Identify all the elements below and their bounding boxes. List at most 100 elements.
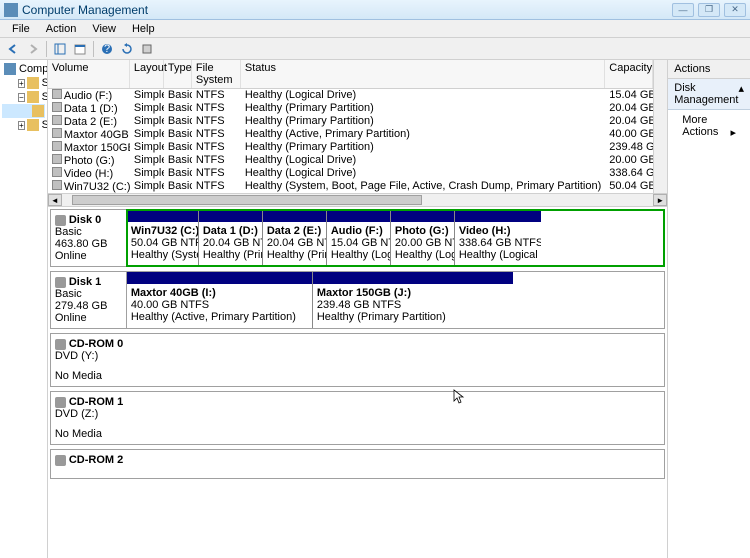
tree-root[interactable]: Computer Management <box>2 62 45 76</box>
col-volume[interactable]: Volume <box>48 60 130 88</box>
disk-info[interactable]: Disk 1Basic279.48 GBOnline <box>51 272 127 328</box>
close-button[interactable]: ✕ <box>724 3 746 17</box>
menu-file[interactable]: File <box>4 21 38 37</box>
partition-name: Maxtor 40GB (I:) <box>131 287 308 299</box>
menubar: File Action View Help <box>0 20 750 38</box>
partition-status: Healthy (Logic <box>395 249 450 261</box>
volume-capacity: 15.04 GB <box>605 89 653 102</box>
partition-header <box>127 272 312 284</box>
scroll-left-button[interactable]: ◄ <box>48 194 62 206</box>
partition[interactable]: Photo (G:)20.00 GB NTFSHealthy (Logic <box>391 210 455 266</box>
volume-name: Photo (G:) <box>64 155 115 167</box>
more-actions[interactable]: More Actions ▸ <box>668 110 750 142</box>
partition[interactable]: Maxtor 40GB (I:)40.00 GB NTFSHealthy (Ac… <box>127 272 313 328</box>
properties-button[interactable] <box>71 40 89 58</box>
volume-name: Win7U32 (C:) <box>64 181 130 193</box>
volume-layout: Simple <box>130 141 164 154</box>
volume-fs: NTFS <box>192 102 241 115</box>
menu-view[interactable]: View <box>84 21 124 37</box>
minimize-button[interactable]: — <box>672 3 694 17</box>
cdrom-row[interactable]: CD-ROM 1DVD (Z:)No Media <box>50 391 665 445</box>
volume-status: Healthy (Primary Partition) <box>241 115 605 128</box>
disk-graphical-view: Disk 0Basic463.80 GBOnlineWin7U32 (C:)50… <box>48 207 667 558</box>
volume-capacity: 20.04 GB <box>605 115 653 128</box>
menu-help[interactable]: Help <box>124 21 163 37</box>
col-capacity[interactable]: Capacity <box>605 60 653 88</box>
col-layout[interactable]: Layout <box>130 60 164 88</box>
tree-item[interactable]: +System Tools <box>2 76 45 90</box>
col-filesystem[interactable]: File System <box>192 60 241 88</box>
cdrom-row[interactable]: CD-ROM 2 <box>50 449 665 479</box>
drive-icon <box>52 128 62 138</box>
volume-row[interactable]: Maxtor 150GB (J:)SimpleBasicNTFSHealthy … <box>48 141 653 154</box>
tree-item[interactable]: Disk Management <box>2 104 45 118</box>
volume-fs: NTFS <box>192 167 241 180</box>
expander-icon[interactable]: − <box>18 93 25 102</box>
svg-text:?: ? <box>104 43 110 55</box>
partition[interactable]: Data 2 (E:)20.04 GB NTFSHealthy (Prima <box>263 210 327 266</box>
disk-info[interactable]: Disk 0Basic463.80 GBOnline <box>51 210 127 266</box>
navigation-tree[interactable]: Computer Management +System Tools−Storag… <box>0 60 48 558</box>
refresh-button[interactable] <box>118 40 136 58</box>
volume-name: Data 1 (D:) <box>64 103 118 115</box>
folder-icon <box>27 77 39 89</box>
back-button[interactable] <box>4 40 22 58</box>
computer-icon <box>4 63 16 75</box>
partition-size: 338.64 GB NTFS <box>459 237 537 249</box>
volume-row[interactable]: Data 1 (D:)SimpleBasicNTFSHealthy (Prima… <box>48 102 653 115</box>
volume-name: Data 2 (E:) <box>64 116 117 128</box>
tree-root-label: Computer Management <box>19 63 48 75</box>
volume-layout: Simple <box>130 128 164 141</box>
horizontal-scrollbar[interactable]: ◄ ► <box>48 193 667 207</box>
expander-icon[interactable]: + <box>18 121 25 130</box>
show-hide-tree-button[interactable] <box>51 40 69 58</box>
volume-row[interactable]: Photo (G:)SimpleBasicNTFSHealthy (Logica… <box>48 154 653 167</box>
settings-button[interactable] <box>138 40 156 58</box>
disk-partitions: Win7U32 (C:)50.04 GB NTFSHealthy (System… <box>127 210 664 266</box>
volume-table-body: Audio (F:)SimpleBasicNTFSHealthy (Logica… <box>48 89 653 193</box>
partition[interactable]: Data 1 (D:)20.04 GB NTFSHealthy (Prima <box>199 210 263 266</box>
cdrom-row[interactable]: CD-ROM 0DVD (Y:)No Media <box>50 333 665 387</box>
partition-name: Maxtor 150GB (J:) <box>317 287 509 299</box>
disk-status: Online <box>55 312 122 324</box>
tree-item[interactable]: −Storage <box>2 90 45 104</box>
volume-row[interactable]: Maxtor 40GB (I:)SimpleBasicNTFSHealthy (… <box>48 128 653 141</box>
cdrom-drive: DVD (Z:) <box>55 408 660 420</box>
volume-type: Basic <box>164 102 192 115</box>
help-button[interactable]: ? <box>98 40 116 58</box>
scroll-thumb[interactable] <box>72 195 422 205</box>
partition-status: Healthy (Logical Dri <box>459 249 537 261</box>
col-status[interactable]: Status <box>241 60 605 88</box>
actions-context[interactable]: Disk Management ▴ <box>668 79 750 110</box>
maximize-button[interactable]: ❐ <box>698 3 720 17</box>
partition[interactable]: Maxtor 150GB (J:)239.48 GB NTFSHealthy (… <box>313 272 513 328</box>
disk-row: Disk 1Basic279.48 GBOnlineMaxtor 40GB (I… <box>50 271 665 329</box>
scroll-right-button[interactable]: ► <box>653 194 667 206</box>
partition-header <box>263 210 326 222</box>
partition-status: Healthy (Prima <box>203 249 258 261</box>
disk-size: 463.80 GB <box>55 238 122 250</box>
partition[interactable]: Video (H:)338.64 GB NTFSHealthy (Logical… <box>455 210 541 266</box>
partition[interactable]: Win7U32 (C:)50.04 GB NTFSHealthy (System… <box>127 210 199 266</box>
partition[interactable]: Audio (F:)15.04 GB NTFSHealthy (Logic <box>327 210 391 266</box>
volume-type: Basic <box>164 89 192 102</box>
volume-row[interactable]: Video (H:)SimpleBasicNTFSHealthy (Logica… <box>48 167 653 180</box>
menu-action[interactable]: Action <box>38 21 85 37</box>
volume-row[interactable]: Audio (F:)SimpleBasicNTFSHealthy (Logica… <box>48 89 653 102</box>
tree-item[interactable]: +Services and Applicat <box>2 118 45 132</box>
actions-context-label: Disk Management <box>674 82 738 106</box>
volume-name: Video (H:) <box>64 168 113 180</box>
volume-row[interactable]: Data 2 (E:)SimpleBasicNTFSHealthy (Prima… <box>48 115 653 128</box>
volume-status: Healthy (System, Boot, Page File, Active… <box>241 180 605 193</box>
actions-header: Actions <box>668 60 750 79</box>
forward-button[interactable] <box>24 40 42 58</box>
window-title: Computer Management <box>22 3 148 17</box>
partition-header <box>127 210 198 222</box>
col-type[interactable]: Type <box>164 60 192 88</box>
volume-status: Healthy (Logical Drive) <box>241 167 605 180</box>
volume-layout: Simple <box>130 89 164 102</box>
expander-icon[interactable]: + <box>18 79 25 88</box>
cdrom-status: No Media <box>55 428 660 440</box>
drive-icon <box>52 167 62 177</box>
volume-row[interactable]: Win7U32 (C:)SimpleBasicNTFSHealthy (Syst… <box>48 180 653 193</box>
